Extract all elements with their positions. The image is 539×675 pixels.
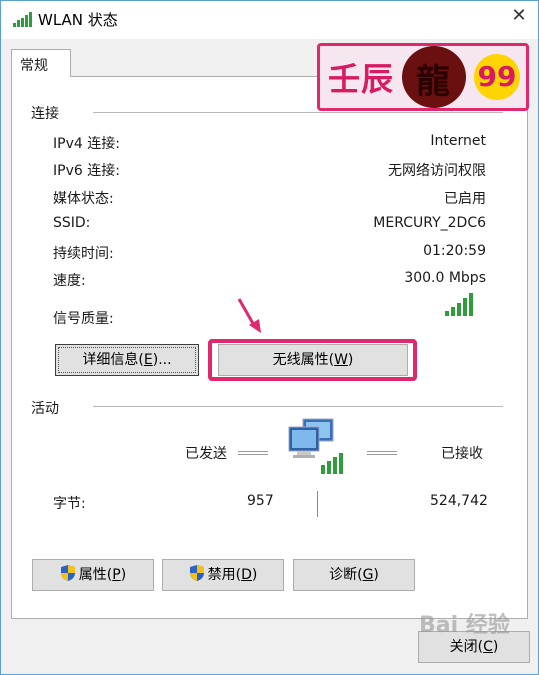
sent-label: 已发送 bbox=[185, 446, 227, 462]
duration-label: 持续时间: bbox=[53, 246, 114, 262]
signal-quality-label: 信号质量: bbox=[53, 311, 114, 327]
properties-button[interactable]: 属性(P) bbox=[32, 559, 154, 591]
ipv6-label: IPv6 连接: bbox=[53, 163, 120, 179]
signal-strength-icon bbox=[445, 293, 473, 316]
ipv6-value: 无网络访问权限 bbox=[388, 163, 486, 179]
close-icon[interactable]: ✕ bbox=[506, 3, 532, 29]
wifi-signal-icon bbox=[13, 12, 32, 27]
pointer-arrow-icon bbox=[237, 298, 261, 333]
highlight-box bbox=[208, 339, 417, 381]
ipv4-label: IPv4 连接: bbox=[53, 136, 120, 152]
diagnose-button[interactable]: 诊断(G) bbox=[293, 559, 415, 591]
logo-badge: 壬辰 龍 99 bbox=[317, 43, 529, 111]
uac-shield-icon bbox=[60, 565, 75, 581]
activity-divider bbox=[93, 406, 503, 407]
bytes-sent-value: 957 bbox=[247, 493, 274, 509]
media-state-label: 媒体状态: bbox=[53, 191, 114, 207]
connection-section-label: 连接 bbox=[31, 106, 59, 122]
window-title: WLAN 状态 bbox=[38, 11, 118, 29]
duration-value: 01:20:59 bbox=[423, 243, 486, 259]
bytes-divider bbox=[317, 491, 318, 517]
details-button[interactable]: 详细信息(E)... bbox=[55, 344, 199, 376]
tab-general-label: 常规 bbox=[20, 58, 48, 74]
ssid-label: SSID: bbox=[53, 215, 91, 231]
tab-general[interactable]: 常规 bbox=[11, 49, 71, 77]
sent-connector-line bbox=[238, 451, 268, 455]
speed-label: 速度: bbox=[53, 273, 86, 289]
title-bar: WLAN 状态 ✕ bbox=[1, 1, 538, 39]
logo-right-text: 99 bbox=[474, 54, 520, 100]
disable-button[interactable]: 禁用(D) bbox=[162, 559, 284, 591]
watermark-text: Bai 经验 bbox=[419, 613, 510, 638]
bytes-label: 字节: bbox=[53, 496, 86, 512]
ssid-value: MERCURY_2DC6 bbox=[373, 215, 486, 231]
network-computers-icon bbox=[288, 418, 343, 474]
bytes-received-value: 524,742 bbox=[430, 493, 488, 509]
media-state-value: 已启用 bbox=[444, 191, 486, 207]
logo-center-text: 龍 bbox=[416, 62, 450, 102]
received-connector-line bbox=[367, 451, 397, 455]
ipv4-value: Internet bbox=[430, 133, 486, 149]
activity-section-label: 活动 bbox=[31, 401, 59, 417]
logo-left-text: 壬辰 bbox=[328, 60, 395, 98]
received-label: 已接收 bbox=[441, 446, 483, 462]
speed-value: 300.0 Mbps bbox=[404, 270, 486, 286]
dragon-logo-icon: 龍 bbox=[402, 46, 466, 108]
connection-divider bbox=[93, 112, 503, 113]
uac-shield-icon bbox=[189, 565, 204, 581]
wlan-status-window: WLAN 状态 ✕ 常规 壬辰 龍 99 连接 IPv4 连接: Interne… bbox=[0, 0, 539, 675]
